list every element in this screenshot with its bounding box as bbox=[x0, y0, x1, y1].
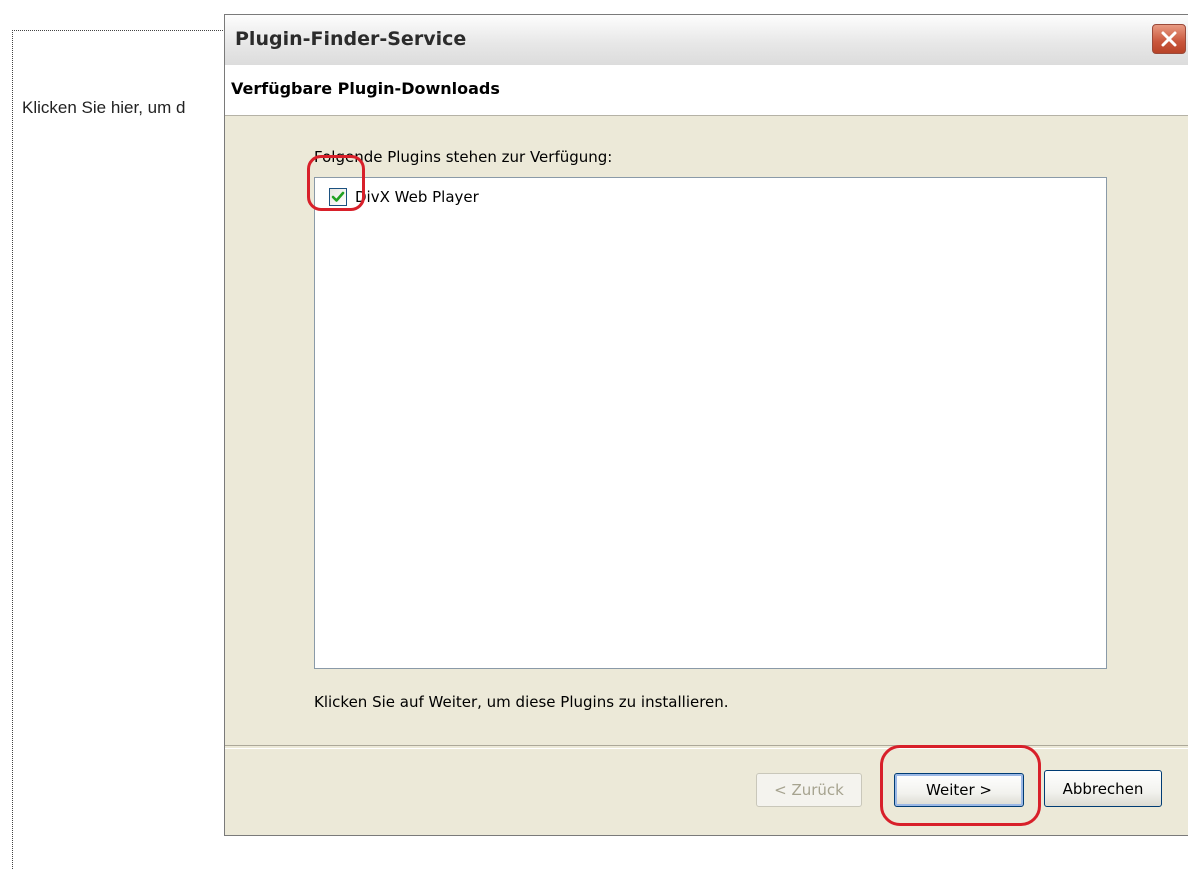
plugin-row[interactable]: DivX Web Player bbox=[329, 184, 479, 210]
plugin-finder-dialog: Plugin-Finder-Service Verfügbare Plugin-… bbox=[224, 14, 1188, 836]
plugin-name: DivX Web Player bbox=[355, 188, 479, 206]
dialog-title: Plugin-Finder-Service bbox=[235, 28, 467, 50]
plugin-list[interactable]: DivX Web Player bbox=[314, 177, 1107, 669]
close-icon bbox=[1161, 31, 1177, 47]
screen: Klicken Sie hier, um d Plugin-Finder-Ser… bbox=[0, 0, 1188, 870]
dialog-body: Folgende Plugins stehen zur Verfügung: D… bbox=[225, 116, 1188, 746]
next-button[interactable]: Weiter > bbox=[894, 773, 1024, 807]
checkmark-icon bbox=[331, 191, 345, 202]
back-button[interactable]: < Zurück bbox=[756, 773, 862, 807]
dialog-titlebar[interactable]: Plugin-Finder-Service bbox=[225, 15, 1188, 66]
plugins-label: Folgende Plugins stehen zur Verfügung: bbox=[314, 148, 613, 166]
page-plugin-prompt[interactable]: Klicken Sie hier, um d bbox=[22, 98, 185, 118]
close-button[interactable] bbox=[1152, 24, 1186, 54]
header-title: Verfügbare Plugin-Downloads bbox=[231, 79, 500, 98]
install-hint: Klicken Sie auf Weiter, um diese Plugins… bbox=[314, 693, 729, 711]
dialog-header: Verfügbare Plugin-Downloads bbox=[225, 65, 1188, 116]
plugin-checkbox[interactable] bbox=[329, 188, 347, 206]
footer-separator bbox=[225, 745, 1188, 749]
cancel-button[interactable]: Abbrechen bbox=[1044, 770, 1162, 807]
